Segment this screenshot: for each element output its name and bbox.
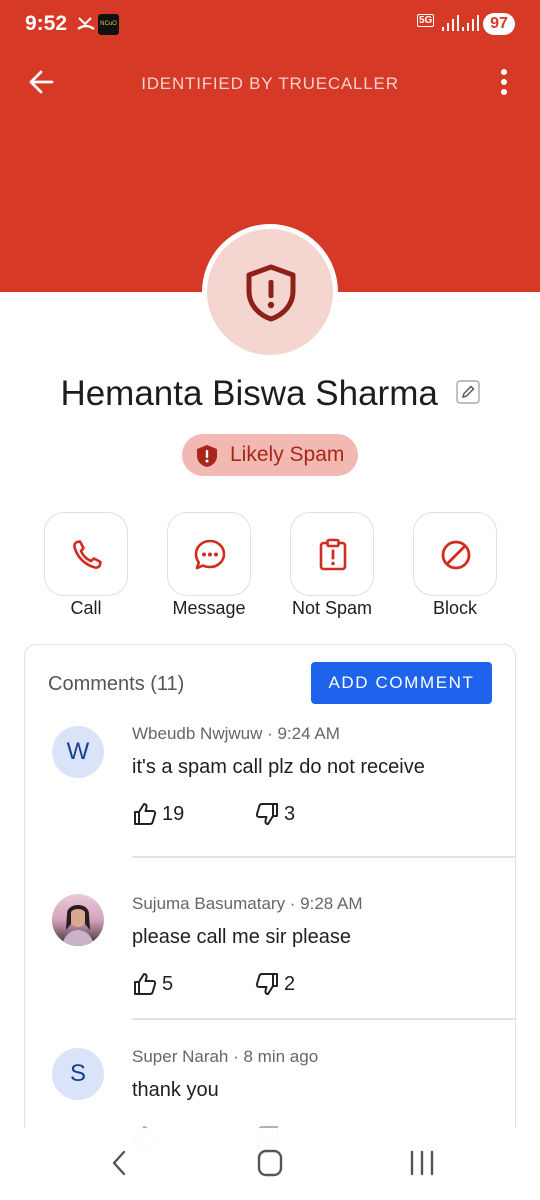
thumbs-down-icon [255, 973, 278, 995]
comment-text: thank you [132, 1079, 219, 1101]
nav-recents-icon[interactable] [402, 1148, 442, 1178]
dislike-count: 2 [284, 973, 296, 995]
message-button[interactable] [167, 512, 251, 596]
like-count: 5 [162, 973, 174, 995]
comment-text: it's a spam call plz do not receive [132, 756, 425, 778]
thumbs-up-icon [134, 803, 157, 825]
comment-meta: Wbeudb Nwjwuw · 9:24 AM [132, 724, 340, 743]
like-button[interactable]: 5 [132, 971, 192, 997]
commenter-avatar: W [52, 726, 104, 778]
network-5g-icon: 5G [417, 14, 435, 27]
comment-divider [132, 1018, 516, 1020]
comments-title: Comments (11) [48, 673, 185, 695]
app-notification-icon: NCuO [98, 14, 119, 35]
thumbs-down-icon [255, 803, 278, 825]
commenter-avatar: S [52, 1048, 104, 1100]
comment-meta: Super Narah · 8 min ago [132, 1047, 319, 1066]
header-title: IDENTIFIED BY TRUECALLER [141, 74, 399, 93]
dislike-button[interactable]: 3 [254, 801, 304, 827]
battery-indicator: 97 [483, 13, 515, 35]
comment-meta: Sujuma Basumatary · 9:28 AM [132, 894, 363, 913]
nav-back-icon[interactable] [100, 1148, 140, 1178]
shield-alert-small-icon [197, 445, 217, 467]
contact-name-text: Hemanta Biswa Sharma [60, 373, 438, 413]
comment-divider [132, 856, 516, 858]
thumbs-up-icon [134, 973, 157, 995]
clipboard-alert-icon [319, 538, 347, 571]
message-bubble-icon [194, 539, 226, 570]
likely-spam-label: Likely Spam [230, 443, 345, 466]
more-options-icon[interactable] [490, 62, 518, 102]
contact-name: Hemanta Biswa Sharma [0, 372, 540, 414]
status-bar: 9:52 NCuO 5G 97 [0, 0, 540, 50]
status-time: 9:52 [25, 12, 68, 35]
block-icon [441, 540, 471, 570]
block-label: Block [432, 598, 477, 618]
signal-strength-icon-2 [462, 15, 479, 31]
shield-alert-icon [246, 264, 296, 322]
block-button[interactable] [413, 512, 497, 596]
commenter-photo-avatar [52, 894, 104, 946]
comment-text: please call me sir please [132, 926, 351, 948]
phone-icon [73, 540, 102, 569]
add-comment-button[interactable]: ADD COMMENT [311, 662, 492, 704]
like-button[interactable]: 19 [132, 801, 192, 827]
missed-call-icon [77, 17, 95, 30]
edit-pencil-icon[interactable] [455, 380, 480, 404]
contact-avatar [202, 224, 338, 360]
like-count: 19 [162, 803, 185, 825]
person-photo [62, 905, 94, 946]
not-spam-label: Not Spam [291, 598, 373, 618]
signal-strength-icon [442, 15, 459, 31]
likely-spam-badge: Likely Spam [182, 434, 358, 476]
call-button[interactable] [44, 512, 128, 596]
nav-home-icon[interactable] [250, 1148, 290, 1178]
call-label: Call [70, 598, 102, 618]
dislike-button[interactable]: 2 [254, 971, 304, 997]
message-label: Message [172, 598, 246, 618]
dislike-count: 3 [284, 803, 296, 825]
not-spam-button[interactable] [290, 512, 374, 596]
